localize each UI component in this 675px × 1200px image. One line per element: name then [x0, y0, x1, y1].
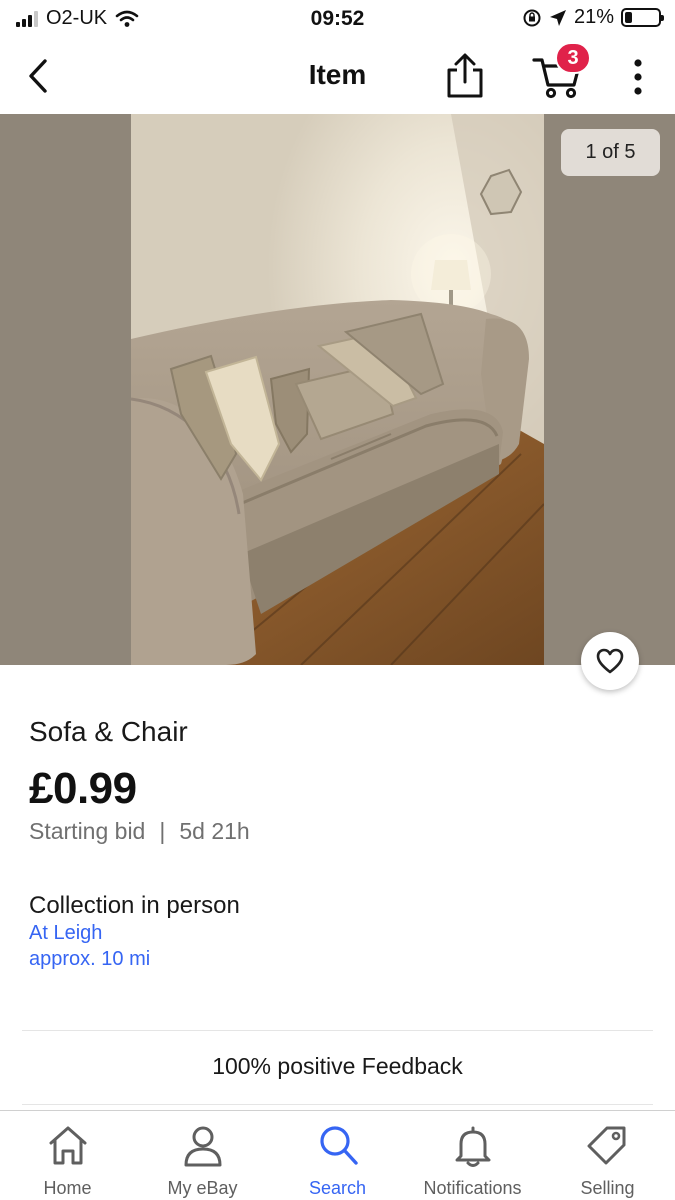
tag-icon [587, 1126, 626, 1165]
tab-search-label: Search [308, 1178, 367, 1198]
item-price: £0.99 [29, 764, 137, 813]
orientation-lock-icon [523, 9, 541, 26]
collection-label: Collection in person [29, 892, 240, 919]
bid-separator: | [159, 818, 166, 844]
bell-icon [455, 1126, 491, 1167]
divider [22, 1030, 653, 1031]
time-left: 5d 21h [179, 818, 250, 844]
battery-fill [625, 12, 632, 23]
image-gallery[interactable]: 1 of 5 [0, 114, 675, 665]
item-title: Sofa & Chair [29, 716, 188, 747]
item-photo[interactable] [131, 114, 544, 665]
divider [22, 1104, 653, 1105]
share-icon[interactable] [442, 52, 488, 100]
tab-home-label: Home [43, 1178, 92, 1198]
tab-selling-label: Selling [580, 1178, 635, 1198]
tab-notifications-label: Notifications [423, 1178, 522, 1198]
battery-percent: 21% [573, 6, 614, 28]
home-icon [49, 1126, 87, 1165]
tab-home[interactable]: Home [0, 1111, 135, 1200]
search-icon [320, 1126, 358, 1165]
watch-button[interactable] [581, 632, 639, 690]
user-icon [184, 1126, 222, 1167]
location-link[interactable]: At Leigh [29, 922, 102, 945]
tab-search[interactable]: Search [270, 1111, 405, 1200]
image-counter: 1 of 5 [561, 129, 660, 176]
status-right: 21% [522, 6, 664, 29]
bid-info: Starting bid | 5d 21h [29, 818, 250, 845]
more-icon[interactable] [626, 58, 650, 96]
location-arrow-icon [549, 9, 566, 26]
battery-icon [621, 8, 664, 27]
cart-count-badge: 3 [555, 42, 591, 74]
tab-notifications[interactable]: Notifications [405, 1111, 540, 1200]
tab-my-ebay[interactable]: My eBay [135, 1111, 270, 1200]
heart-icon [596, 648, 624, 674]
seller-feedback[interactable]: 100% positive Feedback [0, 1053, 675, 1080]
distance-link[interactable]: approx. 10 mi [29, 948, 150, 971]
tab-selling[interactable]: Selling [540, 1111, 675, 1200]
tab-my-ebay-label: My eBay [167, 1178, 238, 1198]
bid-type-label: Starting bid [29, 818, 146, 844]
tab-bar: Home My eBay Search Notifications Sellin… [0, 1110, 675, 1200]
status-bar: O2-UK 09:52 21% [0, 0, 675, 38]
